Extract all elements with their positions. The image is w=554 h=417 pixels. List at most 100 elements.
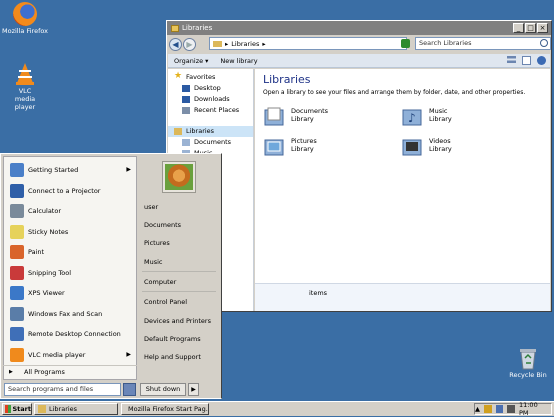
chevron-right-icon[interactable]: ▸ xyxy=(262,40,265,48)
star-icon: ★ xyxy=(174,71,183,81)
shutdown-options-button[interactable]: ▶ xyxy=(188,383,199,396)
nav-label: Favorites xyxy=(186,73,216,81)
explorer-window[interactable]: Libraries _ □ × ◀ ▶ ▸ Libraries ▸ Search… xyxy=(166,20,552,312)
taskbar-button-firefox[interactable]: Mozilla Firefox Start Pag... xyxy=(121,403,209,415)
start-button[interactable]: Start xyxy=(2,403,32,415)
program-item[interactable]: Sticky Notes xyxy=(4,222,136,243)
nav-label: Recent Places xyxy=(194,106,240,114)
folder-icon xyxy=(38,405,46,413)
submenu-arrow-icon: ▶ xyxy=(126,166,131,173)
program-label: Snipping Tool xyxy=(28,268,72,277)
place-control-panel[interactable]: Control Panel xyxy=(144,297,187,307)
program-icon xyxy=(10,183,24,198)
refresh-icon[interactable] xyxy=(401,39,410,48)
videos-library-icon xyxy=(401,137,423,157)
library-type: Library xyxy=(291,145,314,153)
shutdown-button[interactable]: Shut down xyxy=(140,383,186,396)
preview-pane-icon[interactable] xyxy=(522,56,531,65)
place-pictures[interactable]: Pictures xyxy=(144,238,170,248)
program-label: Connect to a Projector xyxy=(28,186,101,195)
taskbar-button-label: Mozilla Firefox Start Pag... xyxy=(128,405,209,413)
nav-recent-places[interactable]: Recent Places xyxy=(168,105,253,116)
pictures-library-icon xyxy=(263,137,285,157)
library-music[interactable]: ♪ Music Library xyxy=(401,107,452,127)
program-item[interactable]: Remote Desktop Connection xyxy=(4,324,136,345)
page-title: Libraries xyxy=(263,73,311,86)
view-options-icon[interactable] xyxy=(507,56,516,65)
page-subtitle: Open a library to see your files and arr… xyxy=(263,89,526,96)
desktop-icon-recycle-bin[interactable]: Recycle Bin xyxy=(503,346,553,379)
search-icon xyxy=(540,39,548,47)
play-arrow-icon: ▶ xyxy=(9,369,13,375)
chevron-right-icon: ▸ xyxy=(225,39,229,48)
desktop-icon-label: Mozilla Firefox xyxy=(2,27,48,35)
place-documents[interactable]: Documents xyxy=(144,220,181,230)
windows-logo-icon xyxy=(5,405,11,413)
program-label: Getting Started xyxy=(28,166,79,175)
program-item[interactable]: Windows Fax and Scan xyxy=(4,304,136,325)
place-music[interactable]: Music xyxy=(144,257,163,267)
back-button[interactable]: ◀ xyxy=(169,37,182,51)
library-pictures[interactable]: Pictures Library xyxy=(263,137,317,157)
all-programs-button[interactable]: ▶ All Programs xyxy=(3,365,137,377)
close-button[interactable]: × xyxy=(537,23,548,33)
nav-downloads[interactable]: Downloads xyxy=(168,94,253,105)
avatar[interactable] xyxy=(162,161,196,193)
places-column: user Documents Pictures Music Computer C… xyxy=(140,156,220,380)
search-icon[interactable] xyxy=(123,383,136,396)
clock[interactable]: 11:00 PM xyxy=(519,401,548,417)
music-library-icon: ♪ xyxy=(401,107,423,127)
recycle-bin-icon xyxy=(516,346,540,370)
place-help-support[interactable]: Help and Support xyxy=(144,352,201,362)
desktop-icon xyxy=(182,85,190,92)
nav-libraries[interactable]: Libraries xyxy=(168,126,253,137)
minimize-button[interactable]: _ xyxy=(513,23,524,33)
program-item[interactable]: Getting Started ▶ xyxy=(4,160,136,181)
nav-favorites[interactable]: ★ Favorites xyxy=(168,71,253,83)
recent-places-icon xyxy=(182,107,190,114)
organize-button[interactable]: Organize xyxy=(168,57,209,65)
library-name: Pictures xyxy=(291,137,317,145)
program-label: Sticky Notes xyxy=(28,227,69,236)
program-icon xyxy=(10,286,24,300)
desktop-icon-label: Recycle Bin xyxy=(509,371,547,379)
program-item[interactable]: VLC media player ▶ xyxy=(4,345,136,366)
chevron-up-icon[interactable]: ▲ xyxy=(475,405,480,413)
nav-label: Documents xyxy=(194,138,232,146)
nav-desktop[interactable]: Desktop xyxy=(168,83,253,94)
search-placeholder: Search Libraries xyxy=(419,39,472,47)
desktop-icon-firefox[interactable]: Mozilla Firefox xyxy=(0,2,50,35)
folder-icon xyxy=(171,24,179,32)
nav-documents[interactable]: Documents xyxy=(168,137,253,148)
forward-button[interactable]: ▶ xyxy=(183,37,196,51)
divider xyxy=(142,271,216,272)
place-devices-printers[interactable]: Devices and Printers xyxy=(144,316,211,326)
desktop-icon-vlc[interactable]: VLC media player xyxy=(0,62,50,111)
volume-icon[interactable] xyxy=(507,405,515,413)
address-bar[interactable]: ▸ Libraries ▸ xyxy=(209,37,407,50)
window-titlebar[interactable]: Libraries xyxy=(167,21,551,35)
search-programs-input[interactable]: Search programs and files xyxy=(4,383,121,396)
nav-label: Libraries xyxy=(186,127,215,135)
documents-icon xyxy=(182,139,190,146)
program-item[interactable]: Connect to a Projector xyxy=(4,181,136,202)
library-documents[interactable]: Documents Library xyxy=(263,107,328,127)
help-icon[interactable] xyxy=(537,56,546,65)
new-library-button[interactable]: New library xyxy=(214,57,263,65)
program-item[interactable]: Calculator xyxy=(4,201,136,222)
program-icon xyxy=(10,163,24,177)
program-item[interactable]: XPS Viewer xyxy=(4,283,136,304)
place-computer[interactable]: Computer xyxy=(144,277,176,287)
place-default-programs[interactable]: Default Programs xyxy=(144,334,201,344)
programs-list: Getting Started ▶ Connect to a Projector Ca… xyxy=(3,156,137,380)
library-videos[interactable]: Videos Library xyxy=(401,137,452,157)
taskbar-button-libraries[interactable]: Libraries xyxy=(34,403,118,415)
action-center-icon[interactable] xyxy=(484,405,492,413)
program-item[interactable]: Paint xyxy=(4,242,136,263)
network-icon[interactable] xyxy=(495,405,504,413)
place-user[interactable]: user xyxy=(144,202,158,212)
search-input[interactable]: Search Libraries xyxy=(415,37,551,50)
maximize-button[interactable]: □ xyxy=(525,23,536,33)
taskbar-button-label: Libraries xyxy=(49,405,78,413)
program-item[interactable]: Snipping Tool xyxy=(4,263,136,284)
